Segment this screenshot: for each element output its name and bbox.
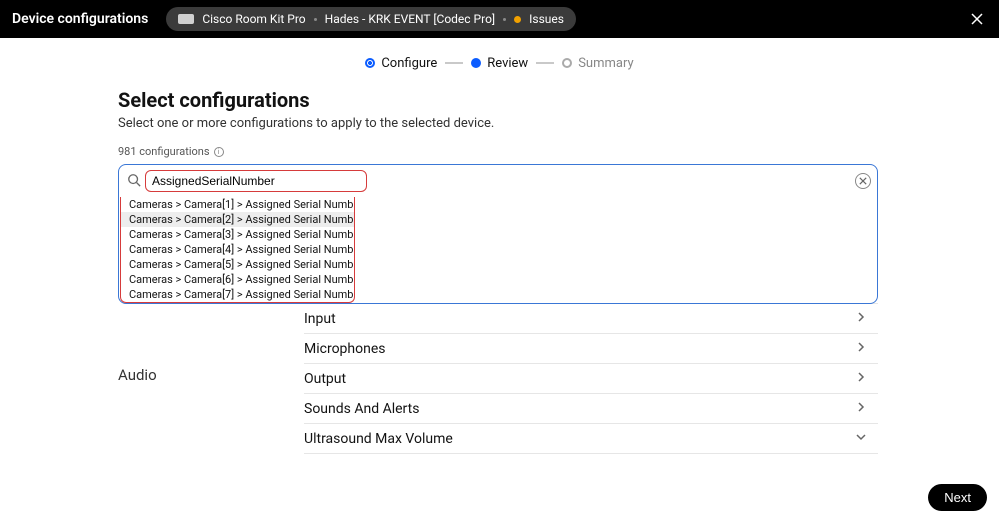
breadcrumb-device-type: Cisco Room Kit Pro [202, 12, 305, 26]
search-input[interactable] [152, 174, 360, 188]
clear-search-button[interactable] [855, 173, 871, 189]
chevron-right-icon [854, 339, 868, 358]
step-bullet-icon [365, 58, 375, 68]
autocomplete-item[interactable]: Cameras > Camera[1] > Assigned Serial Nu… [121, 197, 354, 212]
step-label: Review [487, 56, 528, 71]
content-area: Select configurations Select one or more… [0, 88, 999, 521]
next-button[interactable]: Next [928, 484, 987, 511]
step-summary[interactable]: Summary [562, 56, 633, 71]
search-icon [127, 172, 141, 191]
device-type-icon [178, 14, 194, 24]
category-label: Audio [118, 366, 157, 384]
page-title: Select configurations [118, 88, 881, 112]
page-subtitle: Select one or more configurations to app… [118, 116, 881, 131]
config-row-label: Output [304, 371, 346, 387]
config-row-label: Input [304, 311, 336, 327]
autocomplete-dropdown: Cameras > Camera[1] > Assigned Serial Nu… [120, 197, 355, 303]
chevron-right-icon [854, 369, 868, 388]
close-icon [859, 177, 867, 185]
breadcrumb-separator [314, 18, 317, 21]
breadcrumb-device-name: Hades - KRK EVENT [Codec Pro] [325, 12, 495, 26]
step-connector [536, 62, 554, 64]
breadcrumb-pill: Cisco Room Kit Pro Hades - KRK EVENT [Co… [166, 7, 576, 31]
close-icon [970, 12, 984, 26]
autocomplete-item[interactable]: Cameras > Camera[3] > Assigned Serial Nu… [121, 227, 354, 242]
breadcrumb-separator [503, 18, 506, 21]
autocomplete-item[interactable]: Cameras > Camera[5] > Assigned Serial Nu… [121, 257, 354, 272]
status-dot-icon [514, 16, 521, 23]
config-count: 981 configurations i [118, 145, 881, 158]
chevron-down-icon [854, 429, 868, 448]
config-row-label: Sounds And Alerts [304, 401, 419, 417]
step-configure[interactable]: Configure [365, 56, 437, 71]
autocomplete-item[interactable]: Cameras > Camera[7] > Assigned Serial Nu… [121, 287, 354, 302]
info-icon[interactable]: i [214, 147, 224, 157]
step-bullet-icon [471, 58, 481, 68]
config-row[interactable]: Microphones [304, 334, 878, 364]
autocomplete-item[interactable]: Cameras > Camera[2] > Assigned Serial Nu… [121, 212, 354, 227]
config-row[interactable]: Sounds And Alerts [304, 394, 878, 424]
step-review[interactable]: Review [471, 56, 528, 71]
config-row-label: Ultrasound Max Volume [304, 431, 453, 447]
autocomplete-item[interactable]: Cameras > Camera[6] > Assigned Serial Nu… [121, 272, 354, 287]
autocomplete-item[interactable]: Cameras > Camera[4] > Assigned Serial Nu… [121, 242, 354, 257]
search-row [119, 165, 877, 197]
config-count-text: 981 configurations [118, 145, 210, 158]
search-input-wrap [145, 170, 367, 192]
step-label: Configure [381, 56, 437, 71]
config-row[interactable]: Output [304, 364, 878, 394]
page-header-title: Device configurations [12, 11, 148, 27]
chevron-right-icon [854, 309, 868, 328]
chevron-right-icon [854, 399, 868, 418]
step-label: Summary [578, 56, 633, 71]
close-button[interactable] [965, 7, 989, 31]
breadcrumb-status: Issues [529, 12, 564, 26]
step-bullet-icon [562, 58, 572, 68]
stepper: Configure Review Summary [0, 38, 999, 88]
search-container: Cameras > Camera[1] > Assigned Serial Nu… [118, 164, 878, 304]
config-row-label: Microphones [304, 341, 385, 357]
config-row[interactable]: Ultrasound Max Volume [304, 424, 878, 454]
config-row[interactable]: Input [304, 304, 878, 334]
header-bar: Device configurations Cisco Room Kit Pro… [0, 0, 999, 38]
step-connector [445, 62, 463, 64]
